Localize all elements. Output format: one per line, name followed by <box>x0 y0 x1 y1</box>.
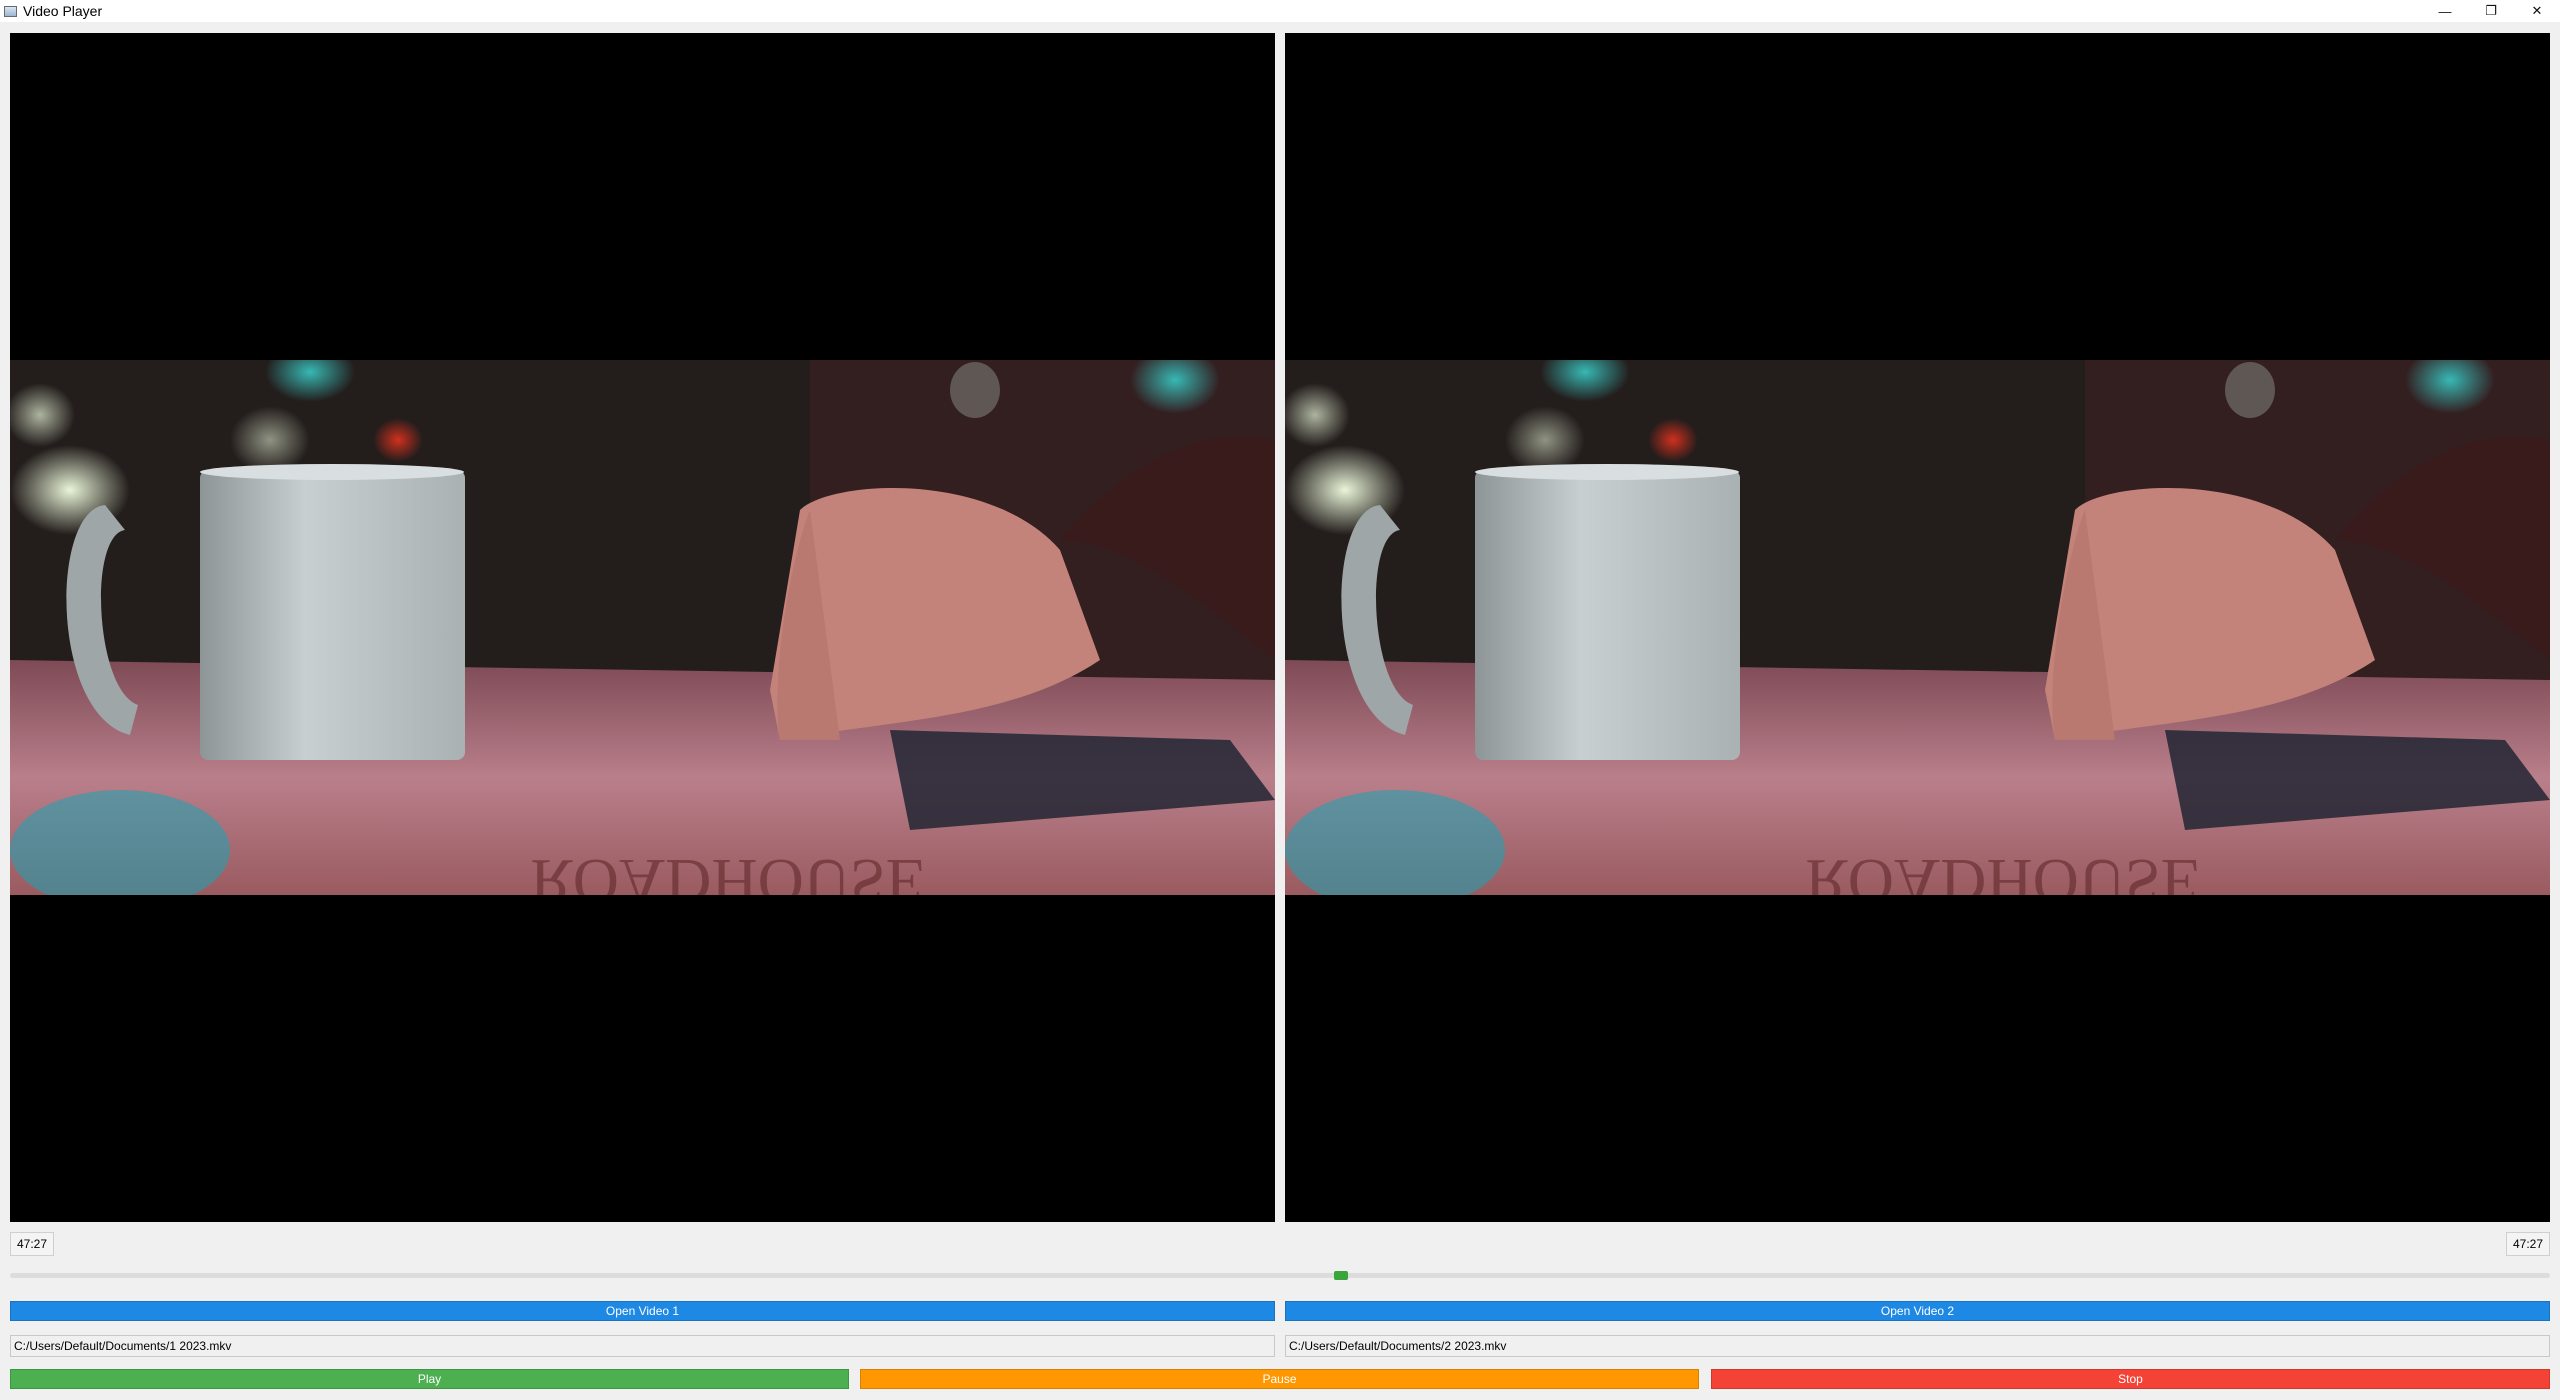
video-frame-1: ROADHOUSE <box>10 360 1275 895</box>
minimize-button[interactable]: — <box>2422 0 2468 22</box>
open-video-1-button[interactable]: Open Video 1 <box>10 1301 1275 1321</box>
play-button[interactable]: Play <box>10 1369 849 1389</box>
pause-button[interactable]: Pause <box>860 1369 1699 1389</box>
time-label-2: 47:27 <box>2505 1232 2550 1256</box>
video-frame-2: ROADHOUSE <box>1285 360 2550 895</box>
close-button[interactable]: ✕ <box>2514 0 2560 22</box>
svg-text:ROADHOUSE: ROADHOUSE <box>530 846 925 895</box>
video-display-1[interactable]: ROADHOUSE <box>10 33 1275 1222</box>
video-frame-image-2: ROADHOUSE <box>1285 360 2550 895</box>
restore-button[interactable]: ❐ <box>2468 0 2514 22</box>
app-icon <box>4 5 17 17</box>
title-bar: Video Player — ❐ ✕ <box>0 0 2560 22</box>
video-1-path-field[interactable]: C:/Users/Default/Documents/1 2023.mkv <box>10 1335 1275 1357</box>
seek-slider[interactable] <box>10 1273 2550 1278</box>
svg-text:ROADHOUSE: ROADHOUSE <box>1805 846 2200 895</box>
video-2-path-field[interactable]: C:/Users/Default/Documents/2 2023.mkv <box>1285 1335 2550 1357</box>
open-video-2-button[interactable]: Open Video 2 <box>1285 1301 2550 1321</box>
window-controls: — ❐ ✕ <box>2422 0 2560 22</box>
video-frame-image-1: ROADHOUSE <box>10 360 1275 895</box>
video-display-2[interactable]: ROADHOUSE <box>1285 33 2550 1222</box>
time-label-1: 47:27 <box>10 1232 55 1256</box>
seek-slider-handle[interactable] <box>1333 1271 1348 1280</box>
window-title: Video Player <box>23 3 103 19</box>
stop-button[interactable]: Stop <box>1711 1369 2550 1389</box>
